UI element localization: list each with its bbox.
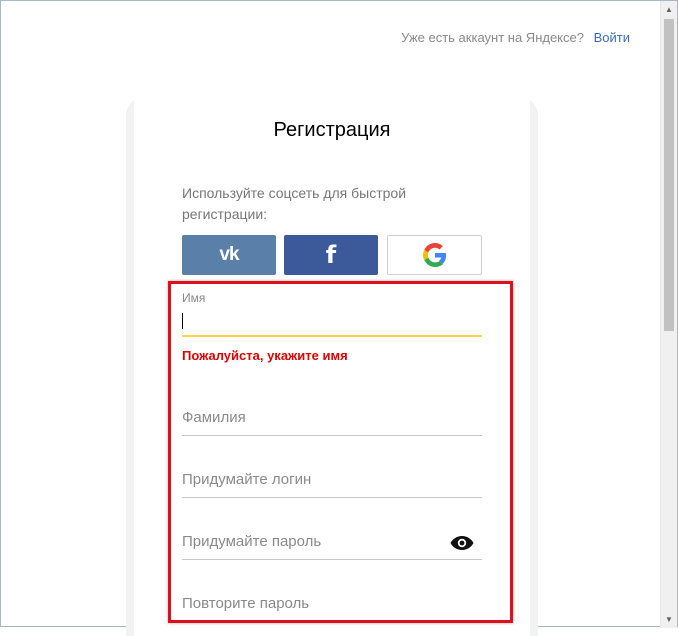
facebook-button[interactable]: f bbox=[284, 235, 378, 275]
eye-icon[interactable] bbox=[450, 535, 474, 551]
facebook-icon: f bbox=[325, 241, 337, 269]
password-repeat-field[interactable]: Повторите пароль bbox=[182, 595, 482, 623]
login-field[interactable]: Придумайте логин bbox=[182, 471, 482, 499]
google-button[interactable] bbox=[387, 235, 482, 275]
text-caret bbox=[182, 313, 183, 329]
have-account-text: Уже есть аккаунт на Яндексе? bbox=[401, 30, 584, 45]
first-name-field[interactable]: Имя bbox=[182, 291, 482, 337]
have-account-row: Уже есть аккаунт на Яндексе? Войти bbox=[401, 30, 630, 45]
vk-button[interactable]: vk bbox=[182, 235, 276, 275]
vk-icon: vk bbox=[219, 244, 239, 265]
password-underline bbox=[182, 559, 482, 560]
last-name-placeholder: Фамилия bbox=[182, 409, 246, 426]
login-underline bbox=[182, 497, 482, 498]
social-caption: Используйте соцсеть для быстрой регистра… bbox=[182, 185, 407, 222]
first-name-underline bbox=[182, 335, 482, 337]
login-placeholder: Придумайте логин bbox=[182, 471, 312, 488]
first-name-error: Пожалуйста, укажите имя bbox=[182, 348, 348, 363]
last-name-field[interactable]: Фамилия bbox=[182, 409, 482, 437]
password-placeholder: Придумайте пароль bbox=[182, 533, 322, 550]
scroll-up-arrow-icon[interactable]: ▲ bbox=[661, 1, 677, 18]
first-name-label: Имя bbox=[182, 291, 206, 305]
scroll-down-arrow-icon[interactable]: ▼ bbox=[661, 611, 677, 628]
vertical-scrollbar[interactable]: ▲ ▼ bbox=[660, 1, 677, 628]
scrollbar-thumb[interactable] bbox=[664, 19, 674, 331]
page-title: Регистрация bbox=[273, 119, 391, 141]
password-field[interactable]: Придумайте пароль bbox=[182, 533, 482, 561]
last-name-underline bbox=[182, 435, 482, 436]
password-repeat-placeholder: Повторите пароль bbox=[182, 595, 310, 612]
login-link[interactable]: Войти bbox=[594, 30, 630, 45]
google-g-icon bbox=[422, 243, 446, 267]
